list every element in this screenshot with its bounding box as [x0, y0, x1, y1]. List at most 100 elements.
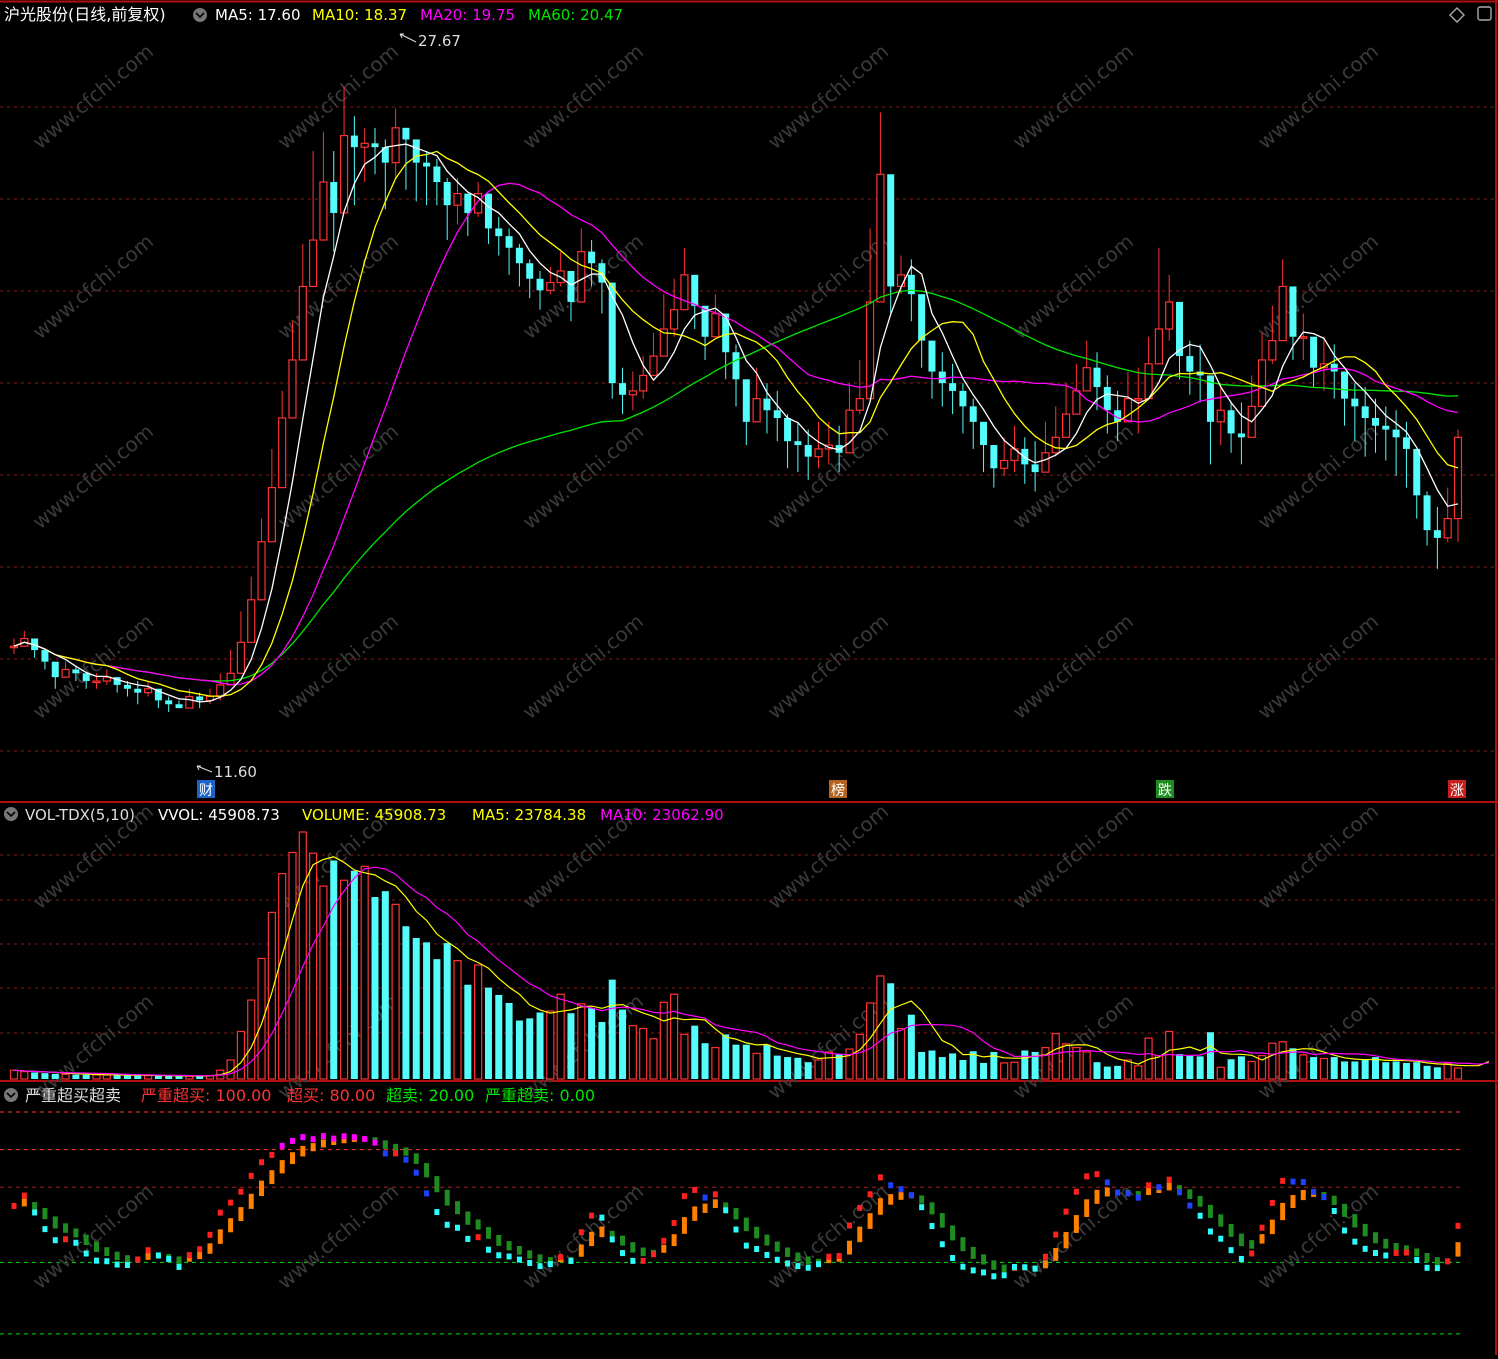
candle-body-down: [433, 167, 440, 182]
volume-bar-up: [712, 1048, 719, 1079]
volume-bar-up: [557, 994, 564, 1079]
candle-body-down: [887, 174, 894, 286]
volume-bar-up: [1455, 1068, 1462, 1079]
oscillator-d-mark: [73, 1229, 78, 1238]
oscillator-k-mark: [909, 1192, 914, 1198]
volume-bar-up: [1320, 1059, 1327, 1079]
event-marker-list-label: 榜: [831, 782, 845, 799]
oscillator-d-mark: [1064, 1232, 1069, 1248]
oscillator-d-mark: [1208, 1205, 1213, 1218]
volume-bar-down: [72, 1075, 79, 1079]
oscillator-k-mark: [197, 1246, 202, 1252]
oscillator-k-mark: [115, 1262, 120, 1268]
oscillator-settings-icon[interactable]: [4, 1088, 18, 1102]
oscillator-k-mark: [878, 1174, 883, 1180]
oscillator-d-mark: [517, 1246, 522, 1255]
indicator-settings-icon[interactable]: [193, 8, 207, 22]
oscillator-k-mark: [476, 1234, 481, 1240]
candle-body-up: [1155, 329, 1162, 364]
candle-body-down: [774, 410, 781, 418]
volume-bar-down: [444, 943, 451, 1079]
candle-body-down: [413, 139, 420, 162]
event-marker-list[interactable]: 榜: [829, 780, 847, 799]
oscillator-k-mark: [1414, 1257, 1419, 1263]
event-marker-finance[interactable]: 财: [197, 780, 215, 799]
diamond-icon[interactable]: [1450, 8, 1464, 22]
candle-body-up: [650, 356, 657, 375]
oscillator-d-mark: [207, 1243, 212, 1253]
volume-bar-down: [1434, 1067, 1441, 1079]
candle-body-down: [1403, 437, 1410, 449]
candle-body-up: [279, 418, 286, 488]
watermark-logo: www.cfchi.com: [273, 1179, 403, 1294]
oscillator-k-mark: [373, 1140, 378, 1146]
oscillator-k-mark: [795, 1263, 800, 1269]
volume-bar-down: [516, 1021, 523, 1079]
volume-label: VOLUME: 45908.73: [302, 806, 446, 824]
volume-bar-down: [805, 1062, 812, 1079]
volume-bar-down: [959, 1060, 966, 1079]
oscillator-k-mark: [919, 1204, 924, 1210]
watermark-logo: www.cfchi.com: [518, 609, 648, 724]
candle-body-up: [1042, 453, 1049, 472]
window-maximize-icon[interactable]: [1478, 7, 1491, 20]
volume-bar-up: [1217, 1067, 1224, 1079]
watermark-logo: www.cfchi.com: [763, 419, 893, 534]
volume-bar-down: [722, 1034, 729, 1079]
volume-bar-down: [413, 938, 420, 1079]
volume-bar-up: [1300, 1055, 1307, 1079]
volume-bar-down: [1228, 1059, 1235, 1079]
oscillator-k-mark: [1332, 1208, 1337, 1214]
volume-bar-up: [289, 852, 296, 1079]
candle-body-down: [939, 372, 946, 384]
oscillator-k-mark: [960, 1264, 965, 1270]
oscillator-k-mark: [53, 1237, 58, 1243]
oscillator-d-mark: [1260, 1234, 1265, 1243]
oscillator-d-mark: [125, 1255, 130, 1262]
oscillator-d-mark: [486, 1227, 491, 1239]
candle-body-up: [1124, 399, 1131, 422]
oscillator-d-mark: [1053, 1248, 1058, 1261]
oscillator-layer: [12, 1133, 1461, 1279]
volume-bar-up: [1083, 1052, 1090, 1079]
oscillator-d-mark: [414, 1153, 419, 1164]
candle-body-down: [495, 228, 502, 236]
volume-bar-down: [1310, 1057, 1317, 1079]
stock-chart[interactable]: www.cfchi.com www.cfchi.com www.cfchi.com w…: [0, 0, 1498, 1355]
volume-bar-down: [588, 1008, 595, 1079]
oscillator-d-mark: [599, 1227, 604, 1238]
oscillator-d-mark: [682, 1217, 687, 1234]
oscillator-d-mark: [1301, 1190, 1306, 1200]
volume-bar-up: [392, 904, 399, 1079]
volume-bar-down: [774, 1056, 781, 1079]
volume-bar-down: [1362, 1060, 1369, 1079]
volume-bar-down: [733, 1045, 740, 1079]
oscillator-k-mark: [207, 1232, 212, 1238]
oscillator-k-mark: [1012, 1264, 1017, 1270]
watermark-logo: www.cfchi.com: [1253, 419, 1383, 534]
oscillator-k-mark: [486, 1247, 491, 1253]
candle-body-up: [671, 310, 678, 329]
oscillator-k-mark: [238, 1189, 243, 1195]
watermark-logo: www.cfchi.com: [1008, 39, 1138, 154]
oscillator-d-mark: [1456, 1242, 1461, 1256]
oscillator-name: 严重超买超卖: [25, 1086, 121, 1105]
volume-bar-up: [310, 853, 317, 1079]
event-marker-up[interactable]: 涨: [1448, 780, 1466, 799]
volume-bar-down: [83, 1075, 90, 1079]
oscillator-d-mark: [847, 1241, 852, 1255]
volume-bar-down: [495, 995, 502, 1079]
volume-bar-up: [279, 874, 286, 1079]
oscillator-k-mark: [1187, 1203, 1192, 1209]
volume-settings-icon[interactable]: [4, 807, 18, 821]
oscillator-k-mark: [929, 1223, 934, 1229]
oscillator-k-mark: [1249, 1250, 1254, 1256]
oscillator-d-mark: [1414, 1248, 1419, 1256]
oscillator-k-mark: [1456, 1223, 1461, 1229]
watermark-logo: www.cfchi.com: [518, 419, 648, 534]
volume-bar-up: [825, 1052, 832, 1079]
oscillator-k-mark: [218, 1210, 223, 1216]
watermark-logo: www.cfchi.com: [1253, 609, 1383, 724]
watermark-logo: www.cfchi.com: [1008, 989, 1138, 1104]
event-marker-down[interactable]: 跌: [1156, 780, 1174, 799]
